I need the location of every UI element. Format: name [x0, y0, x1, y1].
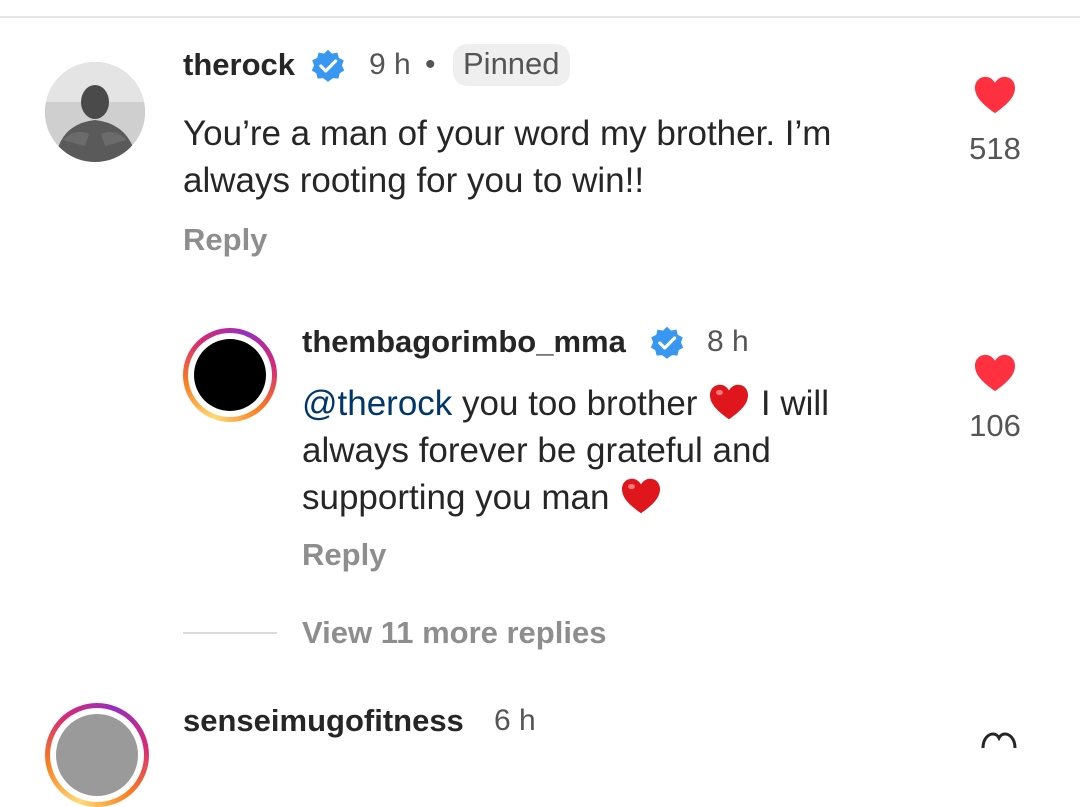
heart-outline-icon[interactable]	[979, 728, 1019, 748]
avatar-therock[interactable]	[45, 62, 145, 162]
reply-text: @therock you too brother I will always f…	[302, 380, 922, 521]
avatar-senseimugofitness[interactable]	[45, 703, 149, 807]
comment-username[interactable]: therock	[183, 47, 295, 83]
reply-username[interactable]: thembagorimbo_mma	[302, 324, 626, 360]
view-replies-line	[183, 632, 277, 634]
like-button[interactable]	[955, 353, 1035, 393]
reply-time: 8 h	[707, 325, 749, 358]
comment-username[interactable]: senseimugofitness	[183, 703, 464, 739]
reply-text-part: you too brother	[452, 384, 708, 423]
comment-time: 9 h	[369, 48, 411, 81]
avatar-thembagorimbo[interactable]	[183, 328, 277, 422]
like-count: 106	[969, 408, 1021, 443]
reply-button[interactable]: Reply	[302, 537, 386, 573]
like-count: 518	[969, 131, 1021, 166]
red-heart-emoji-icon	[710, 384, 749, 420]
verified-badge-icon	[311, 49, 345, 82]
like-button[interactable]	[955, 75, 1035, 115]
mention-link[interactable]: @therock	[302, 384, 452, 423]
top-divider	[0, 16, 1080, 18]
verified-badge-icon	[650, 326, 684, 359]
view-more-replies-button[interactable]: View 11 more replies	[302, 615, 606, 651]
profile-photo-icon	[45, 62, 145, 162]
profile-photo-icon	[194, 339, 266, 411]
pinned-badge: Pinned	[453, 44, 570, 86]
red-heart-emoji-icon	[622, 478, 661, 514]
heart-filled-icon	[975, 76, 1015, 114]
reply-button[interactable]: Reply	[183, 222, 267, 258]
heart-filled-icon	[975, 354, 1015, 392]
comment-text: You’re a man of your word my brother. I’…	[183, 114, 832, 200]
comment-time: 6 h	[494, 704, 536, 737]
profile-photo-icon	[56, 714, 138, 796]
separator-dot: •	[425, 48, 436, 81]
